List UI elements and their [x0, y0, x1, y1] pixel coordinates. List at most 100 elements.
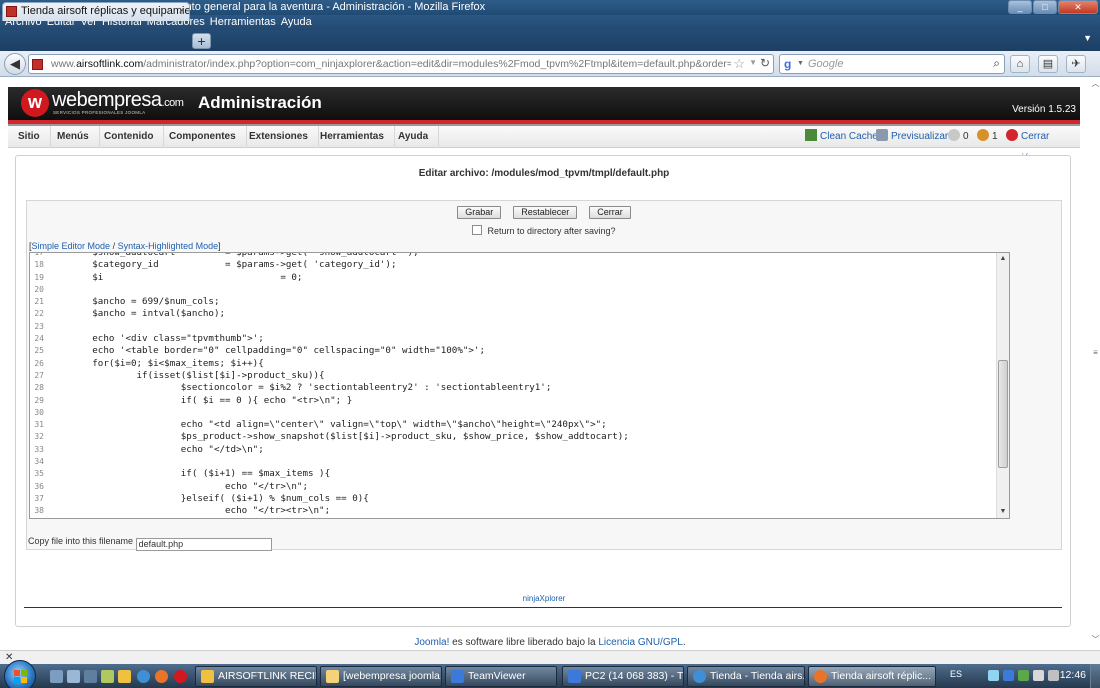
reload-icon[interactable]: ↻	[760, 56, 770, 70]
scroll-up-icon[interactable]: ▲	[997, 253, 1009, 265]
url-bar[interactable]: www.airsoftlink.com/administrator/index.…	[28, 54, 774, 74]
start-button[interactable]	[4, 660, 36, 688]
minimize-button[interactable]: _	[1008, 0, 1032, 14]
code-line[interactable]: 18 $category_id = $params->get( 'categor…	[30, 259, 996, 271]
code-line[interactable]: 24 echo '<div class="tpvmthumb">';	[30, 333, 996, 345]
show-desktop-button[interactable]	[1090, 664, 1100, 688]
bookmark-star-icon[interactable]: ☆	[733, 56, 745, 72]
tab-list-icon[interactable]: ▼	[1083, 33, 1092, 43]
line-code[interactable]: $ancho = intval($ancho);	[48, 308, 225, 320]
search-input[interactable]: Google	[808, 55, 843, 73]
new-tab-button[interactable]: +	[192, 33, 211, 49]
line-code[interactable]: echo '<table border="0" cellpadding="0" …	[48, 345, 485, 357]
firefox-quicklaunch-icon[interactable]	[155, 670, 168, 683]
code-line[interactable]: 17 $show_addtocart = $params->get( 'show…	[30, 253, 996, 259]
bookmarks-icon[interactable]: ▤	[1038, 55, 1058, 73]
back-button[interactable]: ◀	[4, 53, 26, 75]
code-line[interactable]: 35 if( ($i+1) == $max_items ){	[30, 468, 996, 480]
code-line[interactable]: 33 echo "</td>\n";	[30, 444, 996, 456]
task-pc2-remote[interactable]: PC2 (14 068 383) - T...	[562, 666, 684, 687]
menu-contenido[interactable]: Contenido	[94, 126, 165, 148]
menu-componentes[interactable]: Componentes	[159, 126, 247, 148]
copy-filename-input[interactable]: default.php	[135, 538, 272, 551]
teamviewer-tray-icon[interactable]	[1003, 670, 1014, 681]
task-webempresa-folder[interactable]: [webempresa joomla...	[320, 666, 442, 687]
code-editor[interactable]: 17 $show_addtocart = $params->get( 'show…	[29, 252, 1010, 519]
line-code[interactable]: echo "</tr>\n";	[48, 481, 308, 493]
home-icon[interactable]: ⌂	[1010, 55, 1030, 73]
syntax-highlighted-mode-link[interactable]: Syntax-Highlighted Mode	[118, 241, 219, 251]
code-line[interactable]: 28 $sectioncolor = $i%2 ? 'sectiontablee…	[30, 382, 996, 394]
opera-icon[interactable]	[174, 670, 187, 683]
search-engine-dropdown-icon[interactable]: ▼	[797, 60, 804, 67]
security-tray-icon[interactable]	[1018, 670, 1029, 681]
menu-menus[interactable]: Menús	[47, 126, 100, 148]
page-scroll-grip-icon[interactable]: ≡	[1091, 348, 1100, 357]
menu-herramientas[interactable]: Herramientas	[209, 15, 280, 30]
media-icon[interactable]	[84, 670, 97, 683]
search-bar[interactable]: g ▼ Google ⌕	[779, 54, 1005, 74]
scroll-thumb[interactable]	[998, 360, 1008, 468]
line-code[interactable]: if( $i == 0 ){ echo "<tr>\n"; }	[48, 395, 352, 407]
line-code[interactable]: for($i=0; $i<$max_items; $i++){	[48, 358, 263, 370]
code-line[interactable]: 19 $i = 0;	[30, 272, 996, 284]
code-line[interactable]: 39 }	[30, 518, 996, 519]
code-line[interactable]: 20	[30, 284, 996, 296]
line-code[interactable]: $category_id = $params->get( 'category_i…	[48, 259, 396, 271]
code-line[interactable]: 23	[30, 321, 996, 333]
simple-editor-mode-link[interactable]: Simple Editor Mode	[32, 241, 111, 251]
task-tienda-firefox[interactable]: Tienda airsoft réplic...	[808, 666, 936, 687]
code-line[interactable]: 25 echo '<table border="0" cellpadding="…	[30, 345, 996, 357]
code-line[interactable]: 32 $ps_product->show_snapshot($list[$i]-…	[30, 431, 996, 443]
url-history-dropdown-icon[interactable]: ▼	[749, 58, 757, 67]
page-scroll-down-icon[interactable]: ﹀	[1091, 634, 1100, 645]
folder-icon[interactable]	[118, 670, 131, 683]
menu-sitio[interactable]: Sitio	[8, 126, 51, 148]
line-code[interactable]: echo "</tr><tr>\n";	[48, 505, 330, 517]
line-code[interactable]: if(isset($list[$i]->product_sku)){	[48, 370, 325, 382]
line-code[interactable]: echo '<div class="tpvmthumb">';	[48, 333, 263, 345]
url-text[interactable]: www.airsoftlink.com/administrator/index.…	[51, 55, 731, 73]
browser-tab[interactable]: Tienda airsoft réplicas y equipamiento g…	[2, 2, 190, 21]
ninjaxplorer-link[interactable]: ninjaXplorer	[16, 594, 1072, 603]
code-line[interactable]: 34	[30, 456, 996, 468]
site-identity-icon[interactable]	[32, 59, 43, 70]
tray-expand-icon[interactable]	[988, 670, 999, 681]
page-scrollbar[interactable]: ︿ ≡ ﹀	[1091, 78, 1100, 648]
code-line[interactable]: 36 echo "</tr>\n";	[30, 481, 996, 493]
code-line[interactable]: 22 $ancho = intval($ancho);	[30, 308, 996, 320]
addon-icon[interactable]: ✈	[1066, 55, 1086, 73]
maximize-button[interactable]: □	[1033, 0, 1057, 14]
language-indicator[interactable]: ES	[950, 669, 962, 679]
line-code[interactable]: }	[48, 518, 187, 519]
line-code[interactable]: $i = 0;	[48, 272, 302, 284]
preview-link[interactable]: Previsualizar	[876, 126, 948, 148]
clock[interactable]: 12:46	[1060, 669, 1086, 681]
joomla-link[interactable]: Joomla!	[414, 637, 449, 648]
code-line[interactable]: 31 echo "<td align=\"center\" valign=\"t…	[30, 419, 996, 431]
volume-tray-icon[interactable]	[1048, 670, 1059, 681]
code-lines[interactable]: 17 $show_addtocart = $params->get( 'show…	[30, 253, 996, 519]
code-line[interactable]: 26 for($i=0; $i<$max_items; $i++){	[30, 358, 996, 370]
users-online-count[interactable]: 1	[977, 126, 998, 148]
menu-ayuda-admin[interactable]: Ayuda	[388, 126, 440, 148]
code-line[interactable]: 38 echo "</tr><tr>\n";	[30, 505, 996, 517]
network-tray-icon[interactable]	[1033, 670, 1044, 681]
google-icon[interactable]: g	[784, 57, 791, 71]
menu-ayuda[interactable]: Ayuda	[280, 15, 316, 30]
line-code[interactable]: }elseif( ($i+1) % $num_cols == 0){	[48, 493, 369, 505]
code-line[interactable]: 29 if( $i == 0 ){ echo "<tr>\n"; }	[30, 395, 996, 407]
code-line[interactable]: 27 if(isset($list[$i]->product_sku)){	[30, 370, 996, 382]
internet-explorer-icon[interactable]	[137, 670, 150, 683]
line-code[interactable]: $ancho = 699/$num_cols;	[48, 296, 219, 308]
tab-close-icon[interactable]: ×	[179, 3, 185, 20]
page-scroll-up-icon[interactable]: ︿	[1091, 78, 1100, 89]
save-button[interactable]: Grabar	[457, 206, 502, 219]
line-code[interactable]: echo "<td align=\"center\" valign=\"top\…	[48, 419, 607, 431]
task-tienda-ie[interactable]: Tienda - Tienda airs...	[687, 666, 805, 687]
task-airsoftlink[interactable]: AIRSOFTLINK RECIB...	[195, 666, 317, 687]
show-desktop-quicklaunch-icon[interactable]	[50, 670, 63, 683]
return-checkbox[interactable]	[472, 225, 483, 235]
menu-herramientas-admin[interactable]: Herramientas	[310, 126, 395, 148]
code-scrollbar[interactable]: ▲ ▼	[996, 253, 1009, 518]
